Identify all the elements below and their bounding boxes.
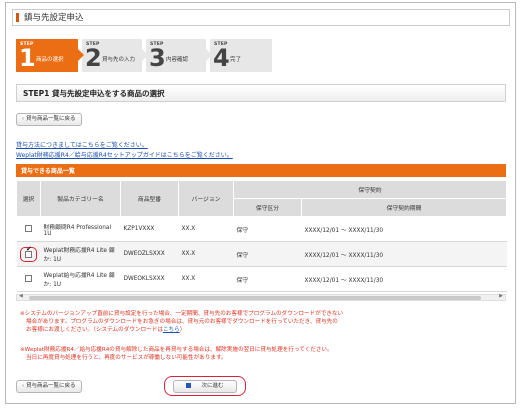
arrow-square-icon [186, 383, 192, 388]
note-line: お客様にお渡しください。（システムのダウンロードはこちら） [20, 326, 390, 334]
col-select: 選択 [16, 180, 41, 217]
step-2: STEP 2 貸与先の入力 [82, 39, 148, 72]
scroll-thumb[interactable] [29, 296, 481, 300]
note-line: ※システムのバージョンアップ直前に貸与設定を行った場合、一定期間、貸与先のお客様… [20, 311, 344, 317]
step-number: 1 [19, 44, 36, 72]
title-marker [16, 13, 19, 22]
note-relend: ※Weplat財務応援R4／給与応援R4の貸与解除した商品を再貸与する場合は、解… [20, 346, 390, 362]
download-link[interactable]: こちら [163, 327, 180, 333]
page-title: 鎮与先設定申込 [24, 13, 84, 23]
col-version: バージョン [178, 180, 234, 217]
step-name: 完了 [230, 57, 242, 63]
col-product: 製品カテゴリー名 [40, 180, 121, 217]
scroll-right-icon[interactable]: ▶ [499, 293, 503, 299]
code-cell: KZP1VXXX [120, 216, 179, 242]
table-row: Weplat給与応援R4 Lite 顧か: 1U DWEOKLSXXX XX.X… [16, 266, 507, 292]
type-cell: 保守 [233, 216, 302, 242]
select-cell [16, 216, 41, 242]
note-text: お客様にお渡しください。（システムのダウンロードは [26, 327, 163, 333]
section-header: STEP1 貸与先設定申込をする商品の選択 [16, 84, 506, 102]
list-header: 貸与できる商品一覧 [16, 164, 506, 177]
period-cell: XXXX/12/01 ～ XXXX/11/30 [301, 266, 507, 292]
row-checkbox[interactable] [25, 224, 32, 232]
col-code: 商品型番 [120, 180, 179, 217]
selection-highlight [20, 246, 37, 262]
section-title: STEP1 貸与先設定申込をする商品の選択 [23, 89, 165, 98]
step-arrow [142, 49, 148, 61]
howto-link[interactable]: 貸与方法につきましてはこちらをご覧ください。 [16, 140, 148, 149]
select-cell [16, 266, 41, 292]
version-cell: XX.X [178, 266, 234, 292]
note-line: ※Weplat財務応援R4／給与応援R4の貸与解除した商品を再貸与する場合は、解… [20, 347, 333, 353]
product-cell: 財務顧問R4 Professional 1U [40, 216, 121, 242]
type-cell: 保守 [233, 266, 302, 292]
horizontal-scrollbar[interactable]: ◀ ▶ [16, 293, 506, 301]
row-checkbox[interactable] [25, 274, 32, 282]
col-contract-period: 保守契約期間 [300, 198, 508, 217]
table-row: 財務顧問R4 Professional 1U KZP1VXXX XX.X 保守 … [16, 216, 507, 242]
product-cell: Weplat財務応援R4 Lite 顧か: 1U [40, 241, 121, 267]
step-4: STEP 4 完了 [210, 39, 272, 72]
step-name: 商品の選択 [36, 57, 64, 63]
period-cell: XXXX/12/01 ～ XXXX/11/30 [301, 216, 507, 242]
button-label: 貸与商品一覧に戻る [26, 116, 76, 122]
page-frame: 鎮与先設定申込 STEP 1 商品の選択 STEP 2 貸与先の入力 STEP … [5, 2, 516, 404]
step-1: STEP 1 商品の選択 [16, 39, 84, 72]
version-cell: XX.X [178, 241, 234, 267]
note-text: ） [179, 327, 186, 333]
product-table: 選択 製品カテゴリー名 商品型番 バージョン 保守契約 保守区分 保守契約期間 … [16, 180, 508, 292]
scroll-left-icon[interactable]: ◀ [19, 293, 23, 299]
col-contract-type: 保守区分 [233, 198, 302, 217]
code-cell: DWEOKLSXXX [120, 266, 179, 292]
step-3: STEP 3 内容確認 [146, 39, 212, 72]
table-row: Weplat財務応援R4 Lite 顧か: 1U DWEOZLSXXX XX.X… [16, 241, 507, 267]
chevron-left-icon: ‹ [22, 383, 24, 389]
col-contract: 保守契約 [232, 180, 508, 199]
note-download: ※システムのバージョンアップ直前に貸与設定を行った場合、一定期間、貸与先のお客様… [20, 310, 390, 334]
note-line: 場合があります。プログラムのダウンロードをお急ぎの場合は、貸与元のお客様でダウン… [26, 319, 338, 325]
step-arrow [206, 49, 212, 61]
row-checkbox[interactable] [25, 250, 32, 258]
code-cell: DWEOZLSXXX [120, 241, 179, 267]
chevron-left-icon: ‹ [22, 116, 24, 122]
step-number: 4 [213, 44, 230, 72]
step-number: 3 [149, 44, 166, 72]
next-button[interactable]: 次に進む [173, 380, 237, 393]
button-label: 次に進む [201, 383, 224, 389]
version-cell: XX.X [178, 216, 234, 242]
back-to-list-button-bottom[interactable]: ‹ 貸与商品一覧に戻る [16, 380, 82, 393]
next-button-highlight: 次に進む [164, 376, 246, 396]
list-title: 貸与できる商品一覧 [21, 168, 75, 175]
step-arrow [78, 49, 84, 61]
step-number: 2 [85, 44, 102, 72]
step-name: 貸与先の入力 [102, 57, 136, 63]
setup-guide-link[interactable]: Weplat財務応援R4／給与応援R4セットアップガイドはこちらをご覧ください。 [16, 150, 233, 159]
note-line: 当日に再度貸与処理を行うと、再度のサービスが稼働しない可能性があります。 [26, 355, 227, 361]
select-cell [16, 241, 41, 267]
type-cell: 保守 [233, 241, 302, 267]
period-cell: XXXX/12/01 ～ XXXX/11/30 [301, 241, 507, 267]
step-name: 内容確認 [166, 57, 189, 63]
page-title-bar: 鎮与先設定申込 [12, 9, 510, 26]
back-to-list-button-top[interactable]: ‹ 貸与商品一覧に戻る [16, 113, 82, 126]
product-cell: Weplat給与応援R4 Lite 顧か: 1U [40, 266, 121, 292]
button-label: 貸与商品一覧に戻る [26, 383, 76, 389]
